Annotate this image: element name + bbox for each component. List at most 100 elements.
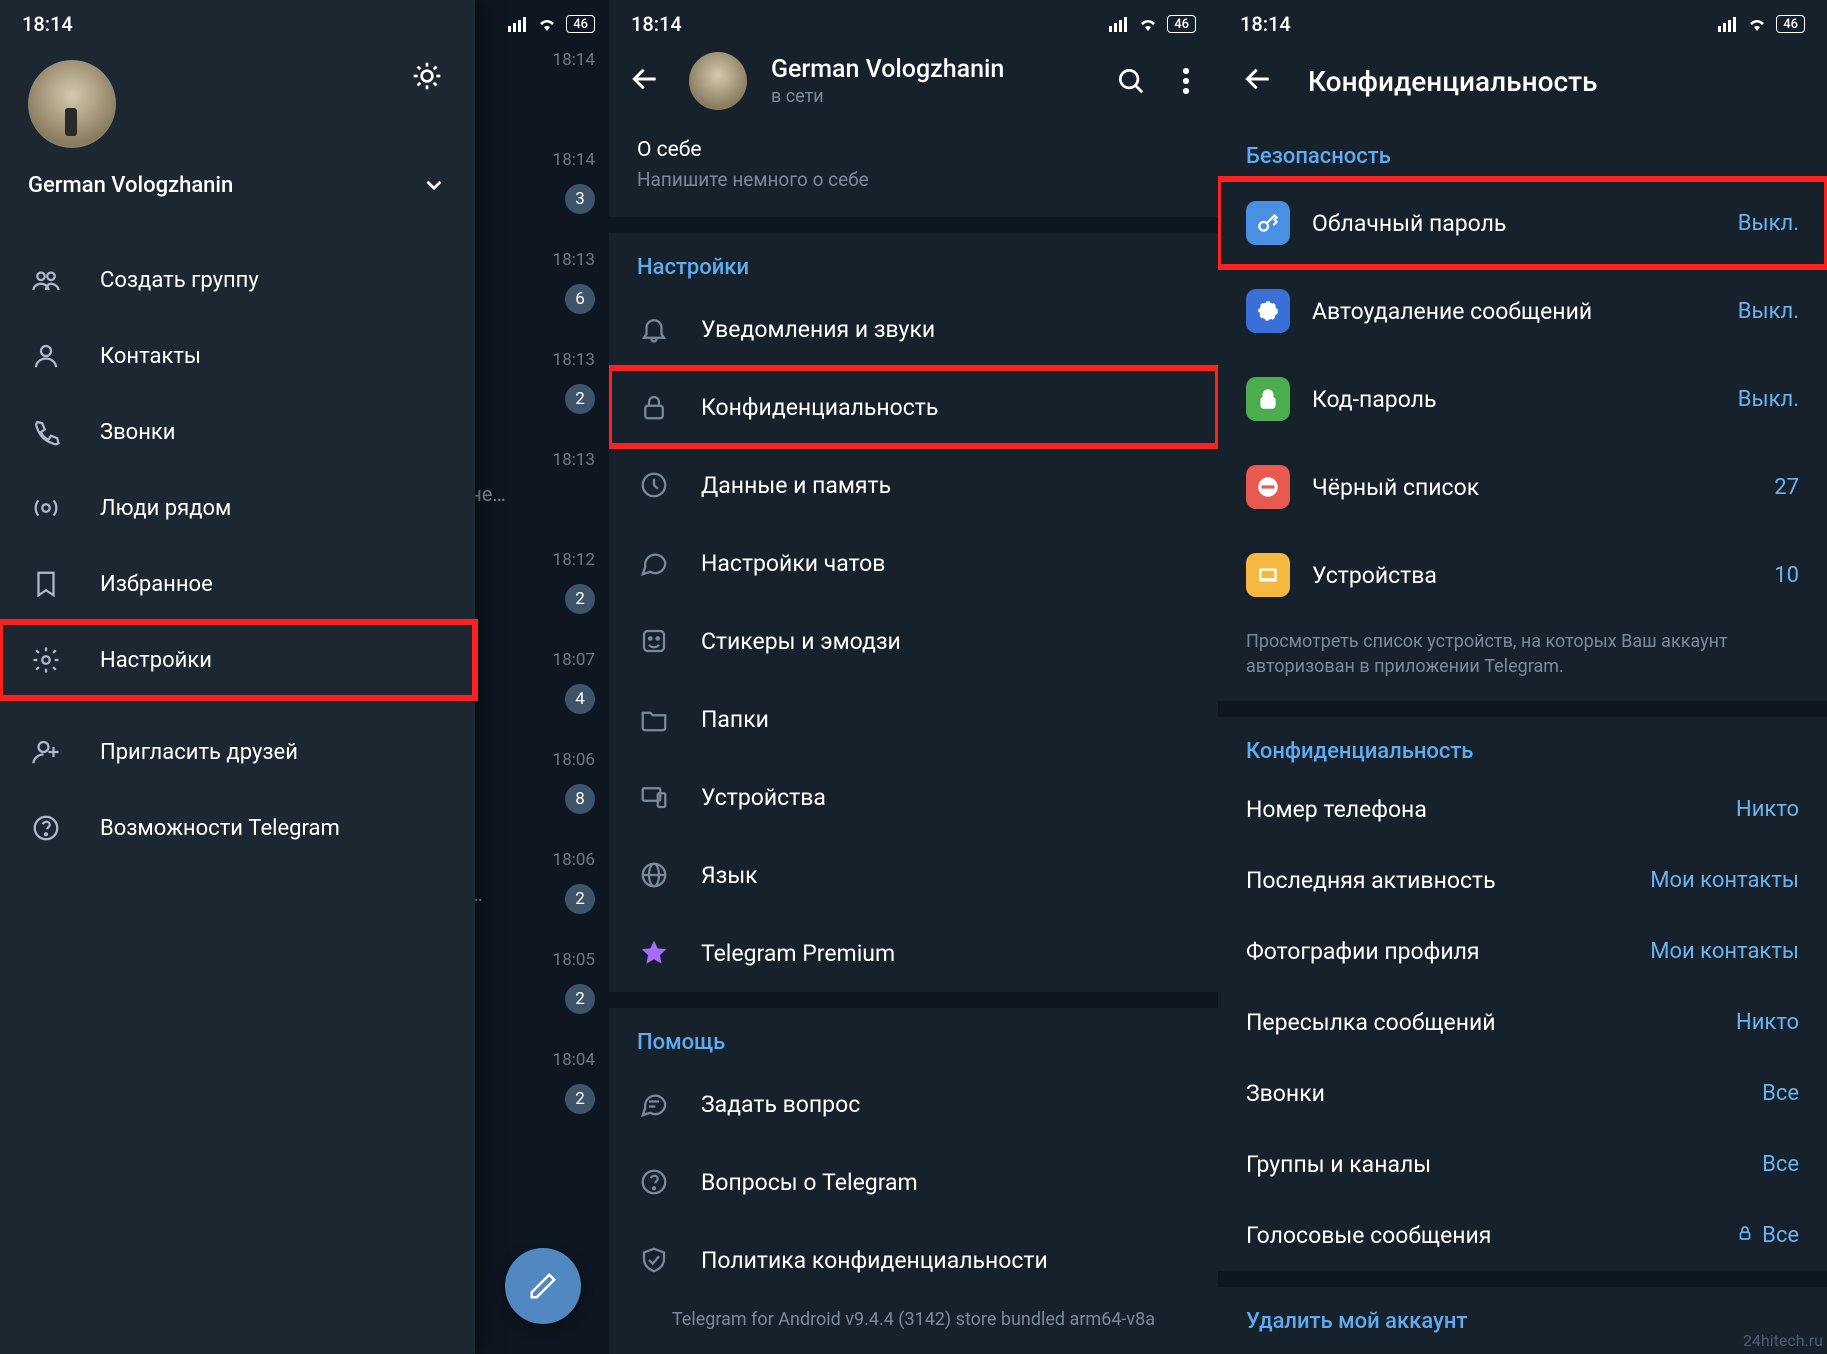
chat-row[interactable]: 18:13 кому не… xyxy=(469,440,609,540)
security-item-value: Выкл. xyxy=(1738,299,1799,324)
privacy-item[interactable]: Голосовые сообщения Все xyxy=(1218,1200,1827,1271)
security-item-devices-color[interactable]: Устройства 10 xyxy=(1218,531,1827,619)
section-header-delete[interactable]: Удалить мой аккаунт xyxy=(1218,1287,1827,1344)
settings-item-globe[interactable]: Язык xyxy=(609,836,1218,914)
chat-row[interactable]: 18:04 спе… 2 xyxy=(469,1040,609,1140)
drawer-item-add-person[interactable]: Пригласить друзей xyxy=(0,714,475,790)
chat-row[interactable]: 18:13 вые… 6 xyxy=(469,240,609,340)
sticker-icon xyxy=(637,624,671,658)
unread-badge: 2 xyxy=(565,584,595,614)
privacy-item-value: Все xyxy=(1736,1223,1799,1248)
chat-row[interactable]: 18:06 utube… 2 xyxy=(469,840,609,940)
signal-icon xyxy=(1109,16,1129,32)
phone-icon xyxy=(28,414,64,450)
privacy-item[interactable]: Номер телефона Никто xyxy=(1218,774,1827,845)
help-icon xyxy=(28,810,64,846)
battery-indicator: 46 xyxy=(1776,15,1805,33)
chat-row[interactable]: 18:06 8 xyxy=(469,740,609,840)
security-item-passcode[interactable]: Код-пароль Выкл. xyxy=(1218,355,1827,443)
security-item-value: Выкл. xyxy=(1738,211,1799,236)
drawer-item-nearby[interactable]: Люди рядом xyxy=(0,470,475,546)
settings-item-data[interactable]: Данные и память xyxy=(609,446,1218,524)
security-item-label: Чёрный список xyxy=(1312,474,1479,501)
menu-item-label: Создать группу xyxy=(100,268,259,293)
menu-item-label: Контакты xyxy=(100,344,201,369)
security-item-value: 10 xyxy=(1774,563,1799,588)
settings-item-star[interactable]: Telegram Premium xyxy=(609,914,1218,992)
unread-badge: 6 xyxy=(565,284,595,314)
privacy-item-label: Голосовые сообщения xyxy=(1246,1222,1491,1249)
privacy-item-label: Звонки xyxy=(1246,1080,1325,1107)
unread-badge: 4 xyxy=(565,684,595,714)
theme-toggle-button[interactable] xyxy=(411,60,447,96)
privacy-item[interactable]: Пересылка сообщений Никто xyxy=(1218,987,1827,1058)
settings-item-label: Данные и память xyxy=(701,472,891,499)
settings-item-bell[interactable]: Уведомления и звуки xyxy=(609,290,1218,368)
header-username: German Vologzhanin xyxy=(771,55,1092,84)
avatar[interactable] xyxy=(689,52,747,110)
privacy-item-value: Никто xyxy=(1736,797,1799,822)
status-bar: 46 xyxy=(469,0,609,40)
nearby-icon xyxy=(28,490,64,526)
search-icon[interactable] xyxy=(1116,66,1146,96)
watermark: 24hitech.ru xyxy=(1743,1331,1823,1350)
privacy-item[interactable]: Фотографии профиля Мои контакты xyxy=(1218,916,1827,987)
security-item-autodelete[interactable]: Автоудаление сообщений Выкл. xyxy=(1218,267,1827,355)
privacy-item[interactable]: Последняя активность Мои контакты xyxy=(1218,845,1827,916)
sun-icon xyxy=(411,60,443,92)
menu-item-label: Люди рядом xyxy=(100,496,231,521)
wifi-icon xyxy=(1746,16,1768,32)
chat-row[interactable]: 18:07 м в х… 4 xyxy=(469,640,609,740)
signal-icon xyxy=(508,16,528,32)
privacy-item-label: Последняя активность xyxy=(1246,867,1496,894)
avatar[interactable] xyxy=(28,60,116,148)
devices-icon xyxy=(637,780,671,814)
security-item-block[interactable]: Чёрный список 27 xyxy=(1218,443,1827,531)
chat-row[interactable]: 18:12 орта… 2 xyxy=(469,540,609,640)
privacy-item[interactable]: Группы и каналы Все xyxy=(1218,1129,1827,1200)
drawer-item-gear[interactable]: Настройки xyxy=(0,622,475,698)
compose-fab[interactable] xyxy=(505,1248,581,1324)
chat-row[interactable]: 18:14 і по… xyxy=(469,40,609,140)
unread-badge: 2 xyxy=(565,984,595,1014)
divider xyxy=(609,217,1218,233)
privacy-header: Конфиденциальность xyxy=(1218,40,1827,122)
settings-item-lock[interactable]: Конфиденциальность xyxy=(609,368,1218,446)
divider xyxy=(1218,1271,1827,1287)
unread-badge: 2 xyxy=(565,884,595,914)
folder-icon xyxy=(637,702,671,736)
chat-time: 18:05 xyxy=(553,950,595,970)
status-time: 18:14 xyxy=(22,12,73,36)
drawer-item-group[interactable]: Создать группу xyxy=(0,242,475,318)
status-time: 18:14 xyxy=(1240,12,1291,36)
help-item-chat-question[interactable]: Задать вопрос xyxy=(609,1065,1218,1143)
about-section[interactable]: О себе Напишите немного о себе xyxy=(609,122,1218,217)
drawer-item-help[interactable]: Возможности Telegram xyxy=(0,790,475,866)
security-item-value: 27 xyxy=(1774,475,1799,500)
back-button[interactable] xyxy=(1242,63,1278,99)
unread-badge: 2 xyxy=(565,1084,595,1114)
chat-list-strip: 46 18:14 і по… 18:14 в М… 318:13 вые… 61… xyxy=(469,0,609,1354)
privacy-item-value: Никто xyxy=(1736,1010,1799,1035)
chevron-down-icon[interactable] xyxy=(421,172,447,198)
chat-time: 18:13 xyxy=(553,350,595,370)
privacy-item[interactable]: Звонки Все xyxy=(1218,1058,1827,1129)
block-icon xyxy=(1246,465,1290,509)
security-item-key[interactable]: Облачный пароль Выкл. xyxy=(1218,179,1827,267)
settings-item-sticker[interactable]: Стикеры и эмодзи xyxy=(609,602,1218,680)
chat-row[interactable]: 18:05 kai i… 2 xyxy=(469,940,609,1040)
help-item-shield[interactable]: Политика конфиденциальности xyxy=(609,1221,1218,1299)
back-button[interactable] xyxy=(629,63,665,99)
help-item-help[interactable]: Вопросы о Telegram xyxy=(609,1143,1218,1221)
settings-item-folder[interactable]: Папки xyxy=(609,680,1218,758)
settings-item-devices[interactable]: Устройства xyxy=(609,758,1218,836)
drawer-item-bookmark[interactable]: Избранное xyxy=(0,546,475,622)
chat-row[interactable]: 18:13 кача… 2 xyxy=(469,340,609,440)
chat-row[interactable]: 18:14 в М… 3 xyxy=(469,140,609,240)
settings-item-chat[interactable]: Настройки чатов xyxy=(609,524,1218,602)
wifi-icon xyxy=(1137,16,1159,32)
menu-item-label: Избранное xyxy=(100,572,213,597)
more-icon[interactable] xyxy=(1182,66,1190,96)
drawer-item-phone[interactable]: Звонки xyxy=(0,394,475,470)
drawer-item-person[interactable]: Контакты xyxy=(0,318,475,394)
